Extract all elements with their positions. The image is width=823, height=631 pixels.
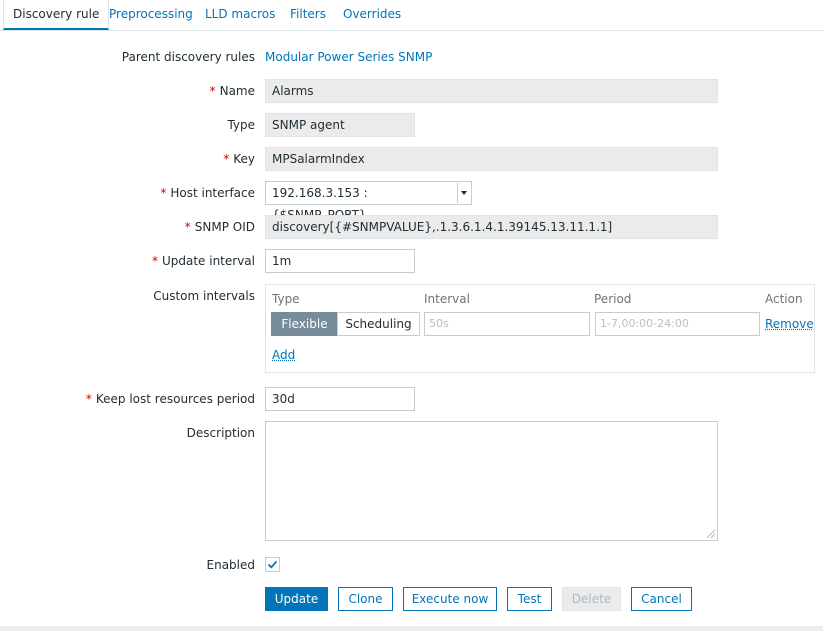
col-action-header: Action [765, 292, 803, 306]
test-button[interactable]: Test [507, 587, 552, 611]
host-interface-label-text: Host interface [170, 186, 255, 200]
snmp-oid-label: * SNMP OID [185, 220, 255, 234]
enabled-label: Enabled [206, 558, 256, 572]
form-panel: Discovery rule Preprocessing LLD macros … [0, 0, 823, 626]
name-label-text: Name [219, 84, 255, 98]
execute-now-button[interactable]: Execute now [403, 587, 497, 611]
add-interval-link[interactable]: Add [272, 348, 295, 362]
key-field[interactable]: MPSalarmIndex [265, 147, 718, 171]
resize-handle-icon[interactable] [707, 530, 715, 538]
custom-intervals-table: Type Interval Period Action Flexible Sch… [265, 284, 815, 373]
host-interface-select[interactable]: 192.168.3.153 : {$SNMP_PORT} [265, 181, 472, 222]
required-marker: * [223, 152, 230, 166]
type-label: Type [227, 118, 255, 132]
required-marker: * [184, 220, 191, 234]
parent-rules-label: Parent discovery rules [121, 50, 255, 64]
snmp-oid-label-text: SNMP OID [194, 220, 255, 234]
required-marker: * [151, 254, 158, 268]
description-label: Description [186, 426, 255, 440]
remove-interval-link[interactable]: Remove [765, 317, 814, 331]
scheduling-toggle[interactable]: Scheduling [337, 312, 420, 336]
required-marker: * [85, 392, 92, 406]
col-type-header: Type [272, 292, 300, 306]
tab-filters[interactable]: Filters [281, 0, 335, 28]
col-period-header: Period [594, 292, 632, 306]
snmp-oid-field[interactable]: discovery[{#SNMPVALUE},.1.3.6.1.4.1.3914… [265, 215, 718, 239]
tab-lld-macros[interactable]: LLD macros [196, 0, 284, 28]
update-interval-label: * Update interval [152, 254, 255, 268]
tab-overrides[interactable]: Overrides [334, 0, 410, 28]
name-field[interactable]: Alarms [265, 79, 718, 103]
update-interval-label-text: Update interval [161, 254, 255, 268]
parent-rule-link[interactable]: Modular Power Series SNMP [265, 50, 432, 64]
cancel-button[interactable]: Cancel [631, 587, 692, 611]
col-interval-header: Interval [424, 292, 470, 306]
custom-intervals-label: Custom intervals [153, 289, 255, 303]
delete-button: Delete [562, 587, 621, 611]
keep-lost-label: * Keep lost resources period [86, 392, 255, 406]
key-label-text: Key [233, 152, 255, 166]
key-label: * Key [223, 152, 255, 166]
keep-lost-input[interactable]: 30d [265, 387, 415, 411]
required-marker: * [209, 84, 216, 98]
tab-discovery-rule[interactable]: Discovery rule [3, 0, 110, 30]
required-marker: * [160, 186, 167, 200]
type-field[interactable]: SNMP agent [265, 113, 415, 137]
name-label: * Name [210, 84, 255, 98]
update-button[interactable]: Update [265, 587, 328, 611]
custom-interval-input[interactable]: 50s [424, 312, 590, 336]
description-textarea[interactable] [265, 421, 718, 541]
tab-preprocessing[interactable]: Preprocessing [100, 0, 202, 28]
update-interval-input[interactable]: 1m [265, 249, 415, 273]
clone-button[interactable]: Clone [338, 587, 393, 611]
flexible-toggle[interactable]: Flexible [271, 312, 338, 336]
checkmark-icon [267, 560, 278, 569]
host-interface-label: * Host interface [160, 186, 255, 200]
custom-period-input[interactable]: 1-7,00:00-24:00 [595, 312, 760, 336]
dropdown-arrow-icon[interactable] [457, 183, 470, 203]
keep-lost-label-text: Keep lost resources period [95, 392, 255, 406]
enabled-checkbox[interactable] [265, 557, 280, 572]
tab-bar: Discovery rule Preprocessing LLD macros … [0, 0, 823, 31]
